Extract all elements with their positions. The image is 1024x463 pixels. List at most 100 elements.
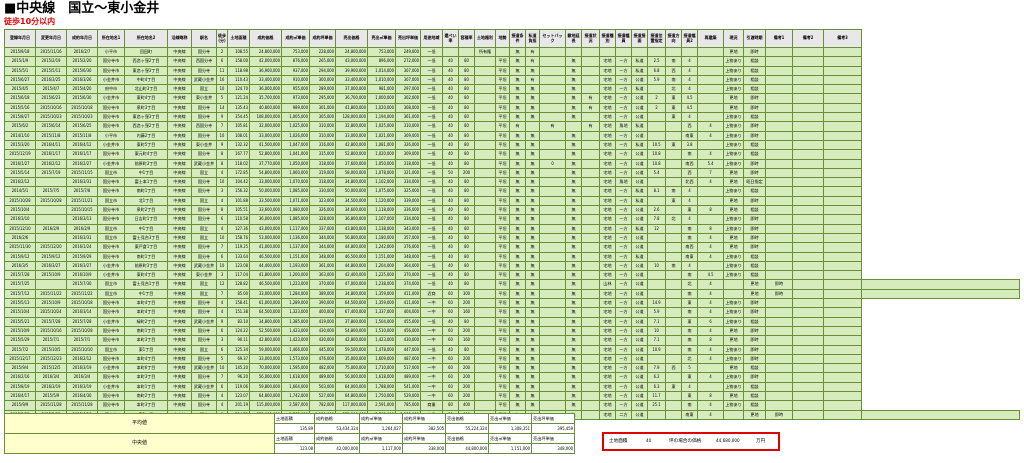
table-cell: 東恋ヶ窪3丁目 xyxy=(124,112,168,123)
table-cell xyxy=(539,74,566,86)
table-cell: 東 xyxy=(665,195,682,207)
column-header: 私道負担 xyxy=(525,29,540,48)
table-cell xyxy=(474,344,496,355)
table-cell: 無 xyxy=(525,288,540,300)
table-cell: 2015/10/10 xyxy=(66,344,98,355)
table-cell xyxy=(474,279,496,290)
table-cell: 119.25 xyxy=(227,242,250,253)
table-cell: 一中 xyxy=(420,353,443,365)
table-cell: 2015/10/15 xyxy=(66,205,98,216)
summary-header-cell: 成約価格 xyxy=(314,413,360,424)
table-cell xyxy=(765,84,793,95)
table-cell: 541,000 xyxy=(395,381,421,393)
table-cell xyxy=(823,205,862,216)
table-cell xyxy=(697,65,724,76)
table-cell xyxy=(823,381,862,393)
table-cell xyxy=(665,372,682,383)
table-cell: 南東 xyxy=(681,251,698,262)
table-cell: 府中市 xyxy=(97,84,125,95)
table-cell: 128,000,000 xyxy=(335,112,368,123)
table-cell: 80 xyxy=(458,139,475,151)
table-cell: 平坦 xyxy=(495,400,510,411)
table-cell: 60 xyxy=(442,288,459,300)
table-cell: 2016/2/12 xyxy=(66,353,98,365)
table-cell xyxy=(665,242,682,253)
table-cell: 即時 xyxy=(743,232,766,244)
table-cell: 302,000 xyxy=(395,93,421,104)
table-cell: 2015/11/28 xyxy=(35,400,67,411)
table-cell: 2016/2/7 xyxy=(66,46,98,58)
table-cell: 即時 xyxy=(743,102,766,114)
table-cell: 即時 xyxy=(743,242,766,253)
column-header: 登録年月日 xyxy=(4,29,36,48)
table-cell: 国分寺市 xyxy=(97,372,125,383)
table-cell: 近商 xyxy=(420,288,443,300)
table-cell: 富士見台1丁目 xyxy=(124,279,168,290)
table-cell xyxy=(474,242,496,253)
table-cell xyxy=(539,400,566,411)
table-cell: 有 xyxy=(581,121,600,132)
table-cell: 348,000 xyxy=(309,251,336,262)
table-cell: 2015/11/30 xyxy=(4,242,36,253)
table-cell xyxy=(792,167,824,179)
table-cell xyxy=(823,353,862,365)
table-cell: 中央線 xyxy=(167,139,192,151)
table-cell: 295,000 xyxy=(309,93,336,104)
table-cell xyxy=(792,139,824,151)
table-cell: 公道 xyxy=(631,409,648,420)
table-cell: 41,000,000 xyxy=(249,242,282,253)
table-cell xyxy=(765,390,793,402)
table-cell: 60 xyxy=(442,297,459,309)
table-cell: 75,000,000 xyxy=(335,363,368,374)
table-row: 2015/5/29 2015/7/1 2015/7/1 国分寺市 本町3丁目 中央線 国分寺… xyxy=(4,335,1020,346)
column-header: 引渡時期 xyxy=(743,29,766,48)
table-cell xyxy=(474,195,496,207)
table-cell: 即時 xyxy=(743,372,766,383)
table-cell: 無 xyxy=(565,251,582,262)
table-cell xyxy=(581,390,600,402)
table-cell: 160 xyxy=(458,307,475,318)
table-cell: 国立市 xyxy=(97,279,125,290)
table-cell: 36,000,000 xyxy=(249,214,282,225)
table-cell: 4 xyxy=(216,307,228,318)
table-cell xyxy=(474,232,496,244)
table-cell: 1,050,000 xyxy=(367,158,396,169)
table-cell: 400,000 xyxy=(309,307,336,318)
table-cell: 東 xyxy=(681,205,698,216)
table-cell: 一方 xyxy=(615,186,632,197)
table-cell xyxy=(581,177,600,188)
table-cell: 一方 xyxy=(615,195,632,207)
table-cell: 101.88 xyxy=(227,195,250,207)
table-cell xyxy=(765,93,793,104)
table-cell: 無 xyxy=(565,242,582,253)
table-cell: 一方 xyxy=(615,167,632,179)
table-cell: 1,047,000 xyxy=(281,139,310,151)
table-cell: 7 xyxy=(216,372,228,383)
table-cell xyxy=(765,74,793,86)
table-cell: 43,800,000 xyxy=(335,223,368,234)
table-cell: 国分寺市 xyxy=(97,121,125,132)
table-cell: 公道 xyxy=(631,372,648,383)
table-cell: 無 xyxy=(565,270,582,281)
table-cell: 2015/11/22 xyxy=(35,288,67,300)
table-row: 2015/8/19 2016/3/19 2016/3/19 小金井市 本町1丁目 中央線武… xyxy=(4,381,1020,393)
table-cell xyxy=(539,186,566,197)
table-cell: 2015/11/28 xyxy=(66,400,98,411)
table-cell: 南町1丁目 xyxy=(124,325,168,337)
table-cell xyxy=(647,84,666,95)
table-cell: 宅地 xyxy=(599,223,616,234)
table-cell: 2016/3/14 xyxy=(66,307,98,318)
table-cell xyxy=(647,242,666,253)
table-cell: 無 xyxy=(565,177,582,188)
table-cell: 7.1 xyxy=(647,335,666,346)
table-cell: 国立 xyxy=(191,167,217,179)
table-cell: 国立市 xyxy=(97,167,125,179)
table-cell: 10.8 xyxy=(647,158,666,169)
table-cell: 370,000 xyxy=(395,270,421,281)
table-cell: 国分寺 xyxy=(191,205,217,216)
table-cell: 無 xyxy=(565,325,582,337)
table-cell: 40 xyxy=(442,270,459,281)
table-cell: 40 xyxy=(442,344,459,355)
table-cell: 1,136,000 xyxy=(281,232,310,244)
table-cell: 319,000 xyxy=(309,167,336,179)
